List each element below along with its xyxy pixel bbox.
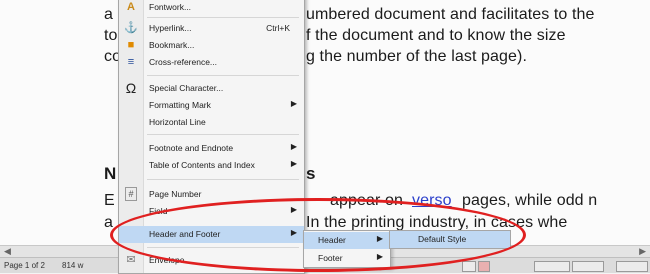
doc-line-1-right: umbered document and facilitates to the bbox=[306, 6, 595, 23]
cross-reference-icon: ≡ bbox=[127, 56, 135, 68]
menu-item-special-character[interactable]: Ω Special Character... bbox=[119, 80, 304, 97]
menu-item-bookmark[interactable]: ■ Bookmark... bbox=[119, 37, 304, 54]
zoom-percent[interactable] bbox=[616, 261, 648, 272]
zoom-control[interactable] bbox=[572, 261, 604, 272]
word-count: 814 w bbox=[62, 261, 84, 270]
scroll-left-icon[interactable]: ◀ bbox=[4, 246, 11, 257]
highlight-ellipse bbox=[110, 198, 526, 272]
view-single-icon[interactable] bbox=[462, 261, 476, 272]
envelope-icon: ✉ bbox=[126, 254, 136, 266]
fontwork-icon: A bbox=[127, 1, 135, 13]
menu-item-toc-index[interactable]: Table of Contents and Index ▶ bbox=[119, 157, 304, 174]
doc-line-2-left: to bbox=[104, 27, 118, 44]
doc-line-3-right: g the number of the last page). bbox=[306, 48, 528, 65]
heading-right: s bbox=[306, 164, 316, 183]
scroll-right-icon[interactable]: ▶ bbox=[639, 246, 646, 257]
page-count: Page 1 of 2 bbox=[4, 261, 45, 270]
menu-separator bbox=[147, 17, 299, 18]
menu-item-fontwork[interactable]: A Fontwork... bbox=[119, 0, 304, 16]
menu-item-footnote-endnote[interactable]: Footnote and Endnote ▶ bbox=[119, 140, 304, 157]
doc-line-2-right: f the document and to know the size bbox=[306, 27, 566, 44]
heading-left: N bbox=[104, 164, 117, 183]
submenu-arrow-icon: ▶ bbox=[290, 99, 297, 108]
menu-item-hyperlink[interactable]: ⚓ Hyperlink... Ctrl+K bbox=[119, 20, 304, 37]
menu-separator bbox=[147, 134, 299, 135]
view-multi-icon[interactable] bbox=[478, 261, 490, 272]
menu-item-horizontal-line[interactable]: Horizontal Line bbox=[119, 114, 304, 131]
para2-line1-left: E bbox=[104, 192, 115, 209]
submenu-arrow-icon: ▶ bbox=[290, 142, 297, 151]
menu-separator bbox=[147, 75, 299, 76]
menu-separator bbox=[147, 179, 299, 180]
page-number-icon: # bbox=[125, 187, 137, 201]
bookmark-icon: ■ bbox=[127, 39, 135, 51]
menu-item-cross-reference[interactable]: ≡ Cross-reference... bbox=[119, 54, 304, 71]
hyperlink-icon: ⚓ bbox=[124, 22, 138, 34]
omega-icon: Ω bbox=[125, 80, 137, 96]
doc-line-1-left: a bbox=[104, 6, 113, 23]
para2-line1-right: pages, while odd n bbox=[462, 192, 598, 209]
submenu-arrow-icon: ▶ bbox=[290, 159, 297, 168]
menu-item-formatting-mark[interactable]: Formatting Mark ▶ bbox=[119, 97, 304, 114]
hyperlink-shortcut: Ctrl+K bbox=[266, 23, 290, 33]
zoom-slider[interactable] bbox=[534, 261, 570, 272]
